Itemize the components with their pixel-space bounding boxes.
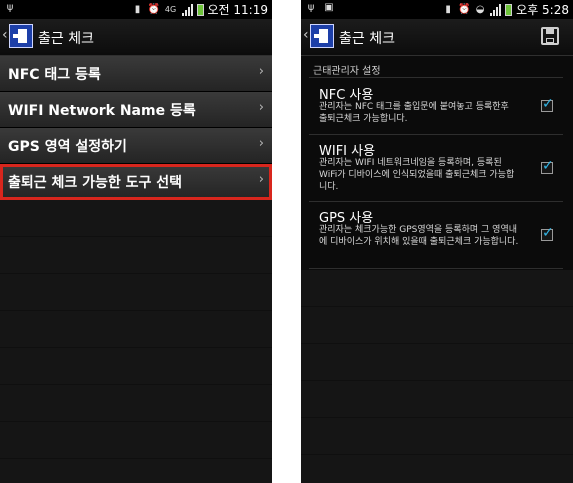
pref-summary: 관리자는 NFC 태그를 출입문에 붙여놓고 등록한후 출퇴근체크 가능합니다. (319, 102, 509, 124)
vibrate-icon: ▮ (445, 3, 451, 15)
checkbox-nfc[interactable] (541, 96, 554, 112)
pref-summary: 관리자는 체크가능한 GPS영역을 등록하며 그 영역내에 디바이스가 위치해 … (319, 225, 519, 247)
empty-list-area (301, 270, 573, 483)
clock: 오전 11:19 (207, 3, 268, 17)
usb-icon: ψ (6, 2, 14, 13)
pref-wifi[interactable]: WIFI 사용 관리자는 WIFI 네트워크네임을 등록하며, 등록된 WiFi… (309, 140, 563, 202)
left-phone-screen: ψ ▮ ⏰ 4G 오전 11:19 ‹ 출근 체크 NFC 태그 등록 › WI… (0, 0, 272, 483)
status-bar: ψ ▮ ⏰ 4G 오전 11:19 (0, 0, 272, 19)
action-bar: ‹ 출근 체크 (0, 19, 272, 56)
section-header: 근태관리자 설정 (313, 66, 381, 77)
battery-icon (505, 3, 513, 16)
alarm-icon: ⏰ (147, 3, 160, 15)
wifi-icon: ◒ (475, 3, 485, 15)
pref-summary: 관리자는 WIFI 네트워크네임을 등록하며, 등록된 WiFi가 디바이스에 … (319, 158, 515, 192)
menu-item-wifi[interactable]: WIFI Network Name 등록 › (0, 92, 272, 128)
alarm-icon: ⏰ (458, 3, 471, 15)
checkbox-wifi[interactable] (541, 158, 554, 174)
chevron-right-icon: › (258, 100, 264, 115)
action-bar: ‹ 출근 체크 (301, 19, 573, 56)
menu-item-label: GPS 영역 설정하기 (8, 139, 127, 155)
menu-item-label: WIFI Network Name 등록 (8, 103, 196, 119)
pref-gps[interactable]: GPS 사용 관리자는 체크가능한 GPS영역을 등록하며 그 영역내에 디바이… (309, 207, 563, 269)
signal-icon (181, 3, 193, 16)
menu-item-label: NFC 태그 등록 (8, 67, 101, 83)
empty-list-area (0, 200, 272, 483)
signal-icon (490, 3, 502, 16)
network-type: 4G (164, 4, 177, 14)
settings-menu: NFC 태그 등록 › WIFI Network Name 등록 › GPS 영… (0, 56, 272, 200)
clock: 오후 5:28 (516, 3, 569, 17)
menu-item-label: 출퇴근 체크 가능한 도구 선택 (8, 175, 183, 191)
vibrate-icon: ▮ (134, 3, 141, 15)
right-phone-screen: ψ ▣ ▮ ⏰ ◒ 오후 5:28 ‹ 출근 체크 근태관리자 설정 NFC 사… (301, 0, 573, 483)
pref-nfc[interactable]: NFC 사용 관리자는 NFC 태그를 출입문에 붙여놓고 등록한후 출퇴근체크… (309, 84, 563, 135)
status-bar: ψ ▣ ▮ ⏰ ◒ 오후 5:28 (301, 0, 573, 19)
back-caret-icon[interactable]: ‹ (303, 27, 309, 43)
save-icon[interactable] (541, 27, 559, 45)
back-caret-icon[interactable]: ‹ (2, 27, 8, 43)
usb-icon: ψ (307, 2, 315, 13)
app-icon[interactable] (9, 24, 33, 48)
chevron-right-icon: › (258, 64, 264, 79)
screen-title: 출근 체크 (339, 31, 395, 47)
menu-item-gps[interactable]: GPS 영역 설정하기 › (0, 128, 272, 164)
section-divider (309, 77, 563, 78)
checkbox-gps[interactable] (541, 225, 554, 241)
chevron-right-icon: › (258, 136, 264, 151)
menu-item-nfc[interactable]: NFC 태그 등록 › (0, 56, 272, 92)
menu-item-tool-select[interactable]: 출퇴근 체크 가능한 도구 선택 › (0, 164, 272, 200)
chevron-right-icon: › (258, 172, 264, 187)
screen-title: 출근 체크 (38, 31, 94, 47)
battery-icon (196, 3, 204, 16)
app-icon[interactable] (310, 24, 334, 48)
image-icon: ▣ (324, 2, 334, 13)
